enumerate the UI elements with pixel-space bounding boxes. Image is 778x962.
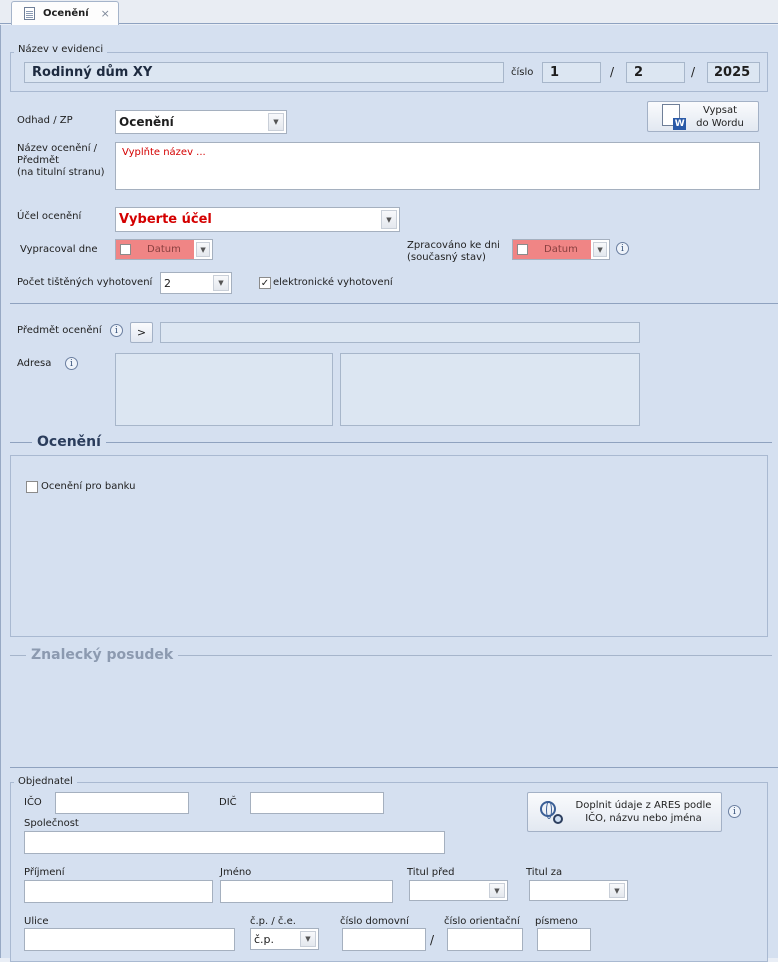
cp-ce-value: č.p. <box>254 932 275 946</box>
year-field: 2025 <box>707 62 760 83</box>
cislo-orientacni-label: číslo orientační <box>444 916 520 927</box>
dic-label: DIČ <box>219 797 237 808</box>
odhad-combo[interactable]: Ocenění ▼ <box>115 110 287 134</box>
nazev-input[interactable]: Vyplňte název ... <box>115 142 760 190</box>
chevron-down-icon[interactable]: ▼ <box>381 210 397 229</box>
ico-label: IČO <box>24 797 42 808</box>
evidence-name-field: Rodinný dům XY <box>24 62 504 83</box>
nazev-label-line1: Název ocenění / <box>17 143 98 154</box>
oceneni-banka-checkbox[interactable] <box>26 481 38 493</box>
info-icon[interactable]: i <box>65 357 78 370</box>
ico-input[interactable] <box>55 792 189 814</box>
elektronicke-checkbox[interactable]: ✓ <box>259 277 271 289</box>
word-button-line2: do Wordu <box>696 117 744 129</box>
oceneni-section-title: Ocenění <box>32 434 106 450</box>
info-icon[interactable]: i <box>616 242 629 255</box>
number-separator-1: / <box>610 65 615 79</box>
ares-button-line2: IČO, názvu nebo jména <box>585 813 702 824</box>
nazev-label: Název ocenění / Předmět (na titulní stra… <box>17 143 105 179</box>
chevron-down-icon[interactable]: ▼ <box>300 931 316 947</box>
pocet-value: 2 <box>164 276 171 290</box>
chevron-down-icon[interactable]: ▼ <box>196 242 210 257</box>
cislo-domovni-label: číslo domovní <box>340 916 409 927</box>
address-number-separator: / <box>430 933 435 947</box>
pismeno-label: písmeno <box>535 916 578 927</box>
word-button-line1: Vypsat <box>702 104 738 116</box>
odhad-value: Ocenění <box>119 115 174 129</box>
ares-button[interactable]: Doplnit údaje z ARES podle IČO, názvu ne… <box>527 792 722 832</box>
cp-ce-combo[interactable]: č.p. ▼ <box>250 928 319 950</box>
vypracoval-date-value: Datum <box>147 244 181 255</box>
checkbox-icon[interactable] <box>517 244 528 255</box>
evidence-legend: Název v evidenci <box>14 44 108 55</box>
tab-label: Ocenění <box>43 8 89 19</box>
jmeno-input[interactable] <box>220 880 393 903</box>
info-icon[interactable]: i <box>728 805 741 818</box>
cislo-orientacni-input[interactable] <box>447 928 523 951</box>
jmeno-label: Jméno <box>220 867 252 878</box>
pocet-combo[interactable]: 2 ▼ <box>160 272 232 294</box>
ulice-input[interactable] <box>24 928 235 951</box>
close-icon[interactable]: × <box>101 7 110 20</box>
dic-input[interactable] <box>250 792 384 814</box>
titul-za-label: Titul za <box>526 867 563 878</box>
word-export-button[interactable]: W Vypsat do Wordu <box>647 101 759 132</box>
elektronicke-label: elektronické vyhotovení <box>273 277 393 288</box>
titul-za-combo[interactable]: ▼ <box>529 880 628 901</box>
predmet-label: Předmět ocenění <box>17 325 102 336</box>
ucel-value: Vyberte účel <box>119 212 212 227</box>
cislo-domovni-input[interactable] <box>342 928 426 951</box>
prijmeni-label: Příjmení <box>24 867 65 878</box>
nazev-label-line2: Předmět <box>17 155 60 166</box>
spolecnost-label: Společnost <box>24 818 79 829</box>
number-field-1: 1 <box>542 62 601 83</box>
nazev-label-line3: (na titulní stranu) <box>17 167 105 178</box>
word-icon: W <box>662 103 687 130</box>
chevron-down-icon[interactable]: ▼ <box>609 883 625 898</box>
titul-pred-label: Titul před <box>407 867 455 878</box>
chevron-down-icon[interactable]: ▼ <box>489 883 505 898</box>
vypracoval-date[interactable]: Datum ▼ <box>115 239 213 260</box>
adresa-field-left <box>115 353 333 426</box>
number-label: číslo <box>511 67 534 78</box>
predmet-field <box>160 322 640 343</box>
posudek-section-title: Znalecký posudek <box>26 647 179 663</box>
objednatel-legend: Objednatel <box>14 776 77 787</box>
zpracovano-label-line2: (současný stav) <box>407 252 486 263</box>
ares-button-line1: Doplnit údaje z ARES podle <box>575 800 712 811</box>
tab-oceneni[interactable]: Ocenění × <box>11 1 119 25</box>
chevron-down-icon[interactable]: ▼ <box>268 113 284 131</box>
divider <box>10 303 778 304</box>
divider <box>10 767 778 768</box>
ucel-combo[interactable]: Vyberte účel ▼ <box>115 207 400 232</box>
number-separator-2: / <box>691 65 696 79</box>
chevron-down-icon[interactable]: ▼ <box>593 242 607 257</box>
pismeno-input[interactable] <box>537 928 591 951</box>
odhad-label: Odhad / ZP <box>17 115 73 126</box>
adresa-label: Adresa <box>17 358 52 369</box>
checkbox-icon[interactable] <box>120 244 131 255</box>
chevron-down-icon[interactable]: ▼ <box>213 275 229 291</box>
cp-ce-label: č.p. / č.e. <box>250 916 296 927</box>
info-icon[interactable]: i <box>110 324 123 337</box>
document-icon <box>24 7 35 20</box>
oceneni-banka-label: Ocenění pro banku <box>41 481 136 492</box>
zpracovano-date[interactable]: Datum ▼ <box>512 239 610 260</box>
section-divider <box>10 442 772 443</box>
adresa-field-right <box>340 353 640 426</box>
zpracovano-date-value: Datum <box>544 244 578 255</box>
globe-search-icon <box>538 799 564 825</box>
ulice-label: Ulice <box>24 916 49 927</box>
number-field-2: 2 <box>626 62 685 83</box>
spolecnost-input[interactable] <box>24 831 445 854</box>
ucel-label: Účel ocenění <box>17 211 82 222</box>
zpracovano-label: Zpracováno ke dni (současný stav) <box>407 240 500 264</box>
predmet-select-button[interactable]: > <box>130 322 153 343</box>
prijmeni-input[interactable] <box>24 880 213 903</box>
titul-pred-combo[interactable]: ▼ <box>409 880 508 901</box>
zpracovano-label-line1: Zpracováno ke dni <box>407 240 500 251</box>
vypracoval-label: Vypracoval dne <box>20 244 98 255</box>
pocet-label: Počet tištěných vyhotovení <box>17 277 153 288</box>
